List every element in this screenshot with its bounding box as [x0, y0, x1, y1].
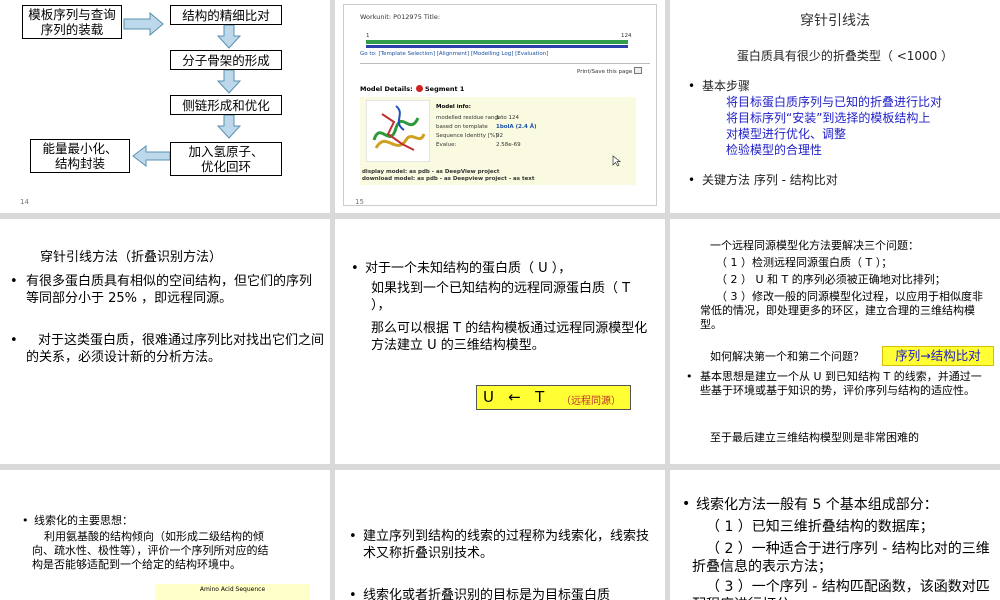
model-info-title: Model info:	[436, 104, 471, 110]
page-number: 14	[20, 198, 29, 206]
info-row-value: 2.58e-69	[496, 142, 521, 148]
slide-unknown-protein: • 对于一个未知结构的蛋白质（ U ）， 如果找到一个已知结构的远程同源蛋白质（…	[335, 219, 665, 464]
slide-swiss-model: Workunit: P012975 Title: 1 124 Go to: [T…	[335, 0, 665, 213]
bullet-new-method: 对于这类蛋白质，很难通过序列比对找出它们之间的关系，必须设计新的分析方法。	[26, 333, 325, 365]
arrow-left-icon	[132, 144, 171, 168]
arrow-down-icon	[216, 114, 242, 139]
bullet-dot: •	[686, 370, 693, 383]
bullet-basic-steps: 基本步骤	[702, 79, 751, 93]
download-model-links[interactable]: download model: as pdb - as Deepview pro…	[362, 176, 534, 182]
box-backbone: 分子骨架的形成	[170, 50, 282, 70]
slide-fold-recognition: 穿针引线方法（折叠识别方法） • 有很多蛋白质具有相似的空间结构，但它们的序列等…	[0, 219, 330, 464]
bullet-threading-def: 建立序列到结构的线索的过程称为线索化，线索技术又称折叠识别技术。	[363, 529, 650, 561]
bullet-key-method: 关键方法 序列 - 结构比对	[702, 173, 838, 187]
print-save-label[interactable]: Print/Save this page as	[577, 69, 640, 75]
bullet-main-idea: 线索化的主要思想：	[34, 514, 133, 527]
coverage-bar-green	[366, 40, 628, 44]
arrow-down-icon	[216, 69, 242, 94]
protein-structure-icon	[366, 100, 430, 162]
u-t-highlight-box: U ← T （远程同源）	[476, 385, 631, 410]
display-model-links[interactable]: display model: as pdb - as DeepView proj…	[362, 169, 500, 175]
info-row-value: 1 to 124	[496, 115, 520, 121]
slide-subtitle: 蛋白质具有很少的折叠类型（ <1000 ）	[736, 49, 954, 63]
model-details-label: Model Details:	[360, 85, 413, 93]
workunit-title: Workunit: P012975 Title:	[360, 13, 441, 21]
segment-label: Segment 1	[425, 85, 465, 93]
bullet-dot: •	[10, 333, 18, 348]
box-sidechain: 侧链形成和优化	[170, 95, 282, 115]
slide-threading-idea: • 线索化的主要思想： 利用氨基酸的结构倾向（如形成二级结构的倾向、疏水性、极性…	[0, 470, 330, 600]
slide-threading-definition: • 建立序列到结构的线索的过程称为线索化，线索技术又称折叠识别技术。 • 线索化…	[335, 470, 665, 600]
box-energy: 能量最小化、 结构封装	[30, 139, 130, 173]
problem-2: （ 2 ） U 和 T 的序列必须被正确地对比排列；	[716, 273, 946, 286]
cursor-icon	[612, 155, 622, 167]
problem-3: （ 3 ）修改一般的同源模型化过程，以应用于相似度非常低的情况，即处理更多的环区…	[700, 290, 983, 331]
bullet-threading-goal: 线索化或者折叠识别的目标是为目标蛋白质	[363, 588, 611, 600]
coverage-bar-blue	[366, 45, 628, 48]
remote-homology-note: （远程同源）	[561, 396, 621, 407]
bullet-dot: •	[688, 79, 696, 93]
info-row-value: 92	[496, 133, 503, 139]
bullet-remote-homology: 有很多蛋白质具有相似的空间结构，但它们的序列等同部分小于 25% ，即远程同源。	[26, 274, 313, 306]
box-structure-compare: 结构的精细比对	[170, 5, 282, 25]
part-2: （ 2 ）一种适合于进行序列 - 结构比对的三维折叠信息的表示方法；	[692, 541, 990, 575]
bullet-dot: •	[349, 588, 357, 600]
part-3: （ 3 ）一个序列 - 结构匹配函数，该函数对匹配程度进行打分	[692, 579, 990, 600]
slide-title: 穿针引线方法（折叠识别方法）	[40, 250, 223, 265]
slide-threading: 穿针引线法 蛋白质具有很少的折叠类型（ <1000 ） • 基本步骤 将目标蛋白…	[670, 0, 1000, 213]
bar-start: 1	[366, 33, 370, 39]
text-remote-template: 如果找到一个已知结构的远程同源蛋白质（ T ），	[371, 281, 631, 313]
text-build-model: 那么可以根据 T 的结构模板通过远程同源模型化方法建立 U 的三维结构模型。	[371, 321, 648, 353]
nav-links[interactable]: Go to: [Template Selection] [Alignment] …	[360, 51, 548, 57]
arrow-right-icon	[123, 11, 164, 37]
info-row-value[interactable]: 1bolA (2.4 Å)	[496, 124, 537, 130]
bullet-dot: •	[22, 514, 29, 527]
info-row-label: based on template	[436, 124, 488, 130]
arrow-down-icon	[216, 24, 242, 49]
bar-end: 124	[621, 33, 632, 39]
part-1: （ 1 ）已知三维折叠结构的数据库；	[706, 519, 934, 535]
box-template-loading: 模板序列与查询 序列的装载	[22, 5, 122, 39]
step-item: 将目标蛋白质序列与已知的折叠进行比对	[726, 95, 943, 109]
u-arrow-t: U ← T	[483, 388, 545, 406]
slide-three-problems: 一个远程同源模型化方法要解决三个问题： （ 1 ）检测远程同源蛋白质（ T ）；…	[670, 219, 1000, 464]
step-item: 检验模型的合理性	[726, 143, 823, 157]
problem-1: （ 1 ）检测远程同源蛋白质（ T ）；	[716, 256, 893, 269]
slide-flowchart: 模板序列与查询 序列的装载 结构的精细比对 分子骨架的形成 侧链形成和优化 加入…	[0, 0, 330, 213]
bullet-dot: •	[10, 274, 18, 289]
info-row-label: modelled residue range:	[436, 115, 504, 121]
bullet-unknown-protein: 对于一个未知结构的蛋白质（ U ），	[365, 261, 572, 276]
error-dot-icon	[416, 85, 423, 92]
question-text: 如何解决第一个和第二个问题？	[710, 350, 864, 363]
bullet-dot: •	[688, 173, 696, 187]
main-idea-body: 利用氨基酸的结构倾向（如形成二级结构的倾向、疏水性、极性等），评价一个序列所对应…	[32, 530, 269, 571]
step-item: 对模型进行优化、调整	[726, 127, 847, 141]
bullet-basic-idea: 基本思想是建立一个从 U 到已知结构 T 的线索，并通过一些基于环境或基于知识的…	[700, 370, 982, 397]
divider	[360, 63, 650, 64]
info-row-label: Evalue:	[436, 142, 457, 148]
slide-title: 穿针引线法	[800, 13, 870, 29]
printer-icon[interactable]	[634, 67, 642, 74]
step-item: 将目标序列“安装”到选择的模板结构上	[726, 111, 931, 125]
sequence-structure-highlight: 序列→结构比对	[882, 346, 994, 366]
bullet-dot: •	[682, 496, 691, 512]
final-text: 至于最后建立三维结构模型则是非常困难的	[710, 431, 919, 444]
box-hydrogen: 加入氢原子、 优化回环	[170, 142, 282, 176]
bullet-dot: •	[351, 261, 359, 276]
page-number: 15	[355, 198, 364, 206]
intro-text: 一个远程同源模型化方法要解决三个问题：	[710, 239, 919, 252]
slide-five-components: • 线索化方法一般有 5 个基本组成部分： （ 1 ）已知三维折叠结构的数据库；…	[670, 470, 1000, 600]
amino-acid-sequence-caption: Amino Acid Sequence	[155, 584, 310, 600]
browser-screenshot: Workunit: P012975 Title: 1 124 Go to: [T…	[343, 4, 657, 206]
bullet-dot: •	[349, 529, 357, 544]
info-row-label: Sequence Identity [%]:	[436, 133, 500, 139]
bullet-five-parts: 线索化方法一般有 5 个基本组成部分：	[696, 497, 938, 513]
